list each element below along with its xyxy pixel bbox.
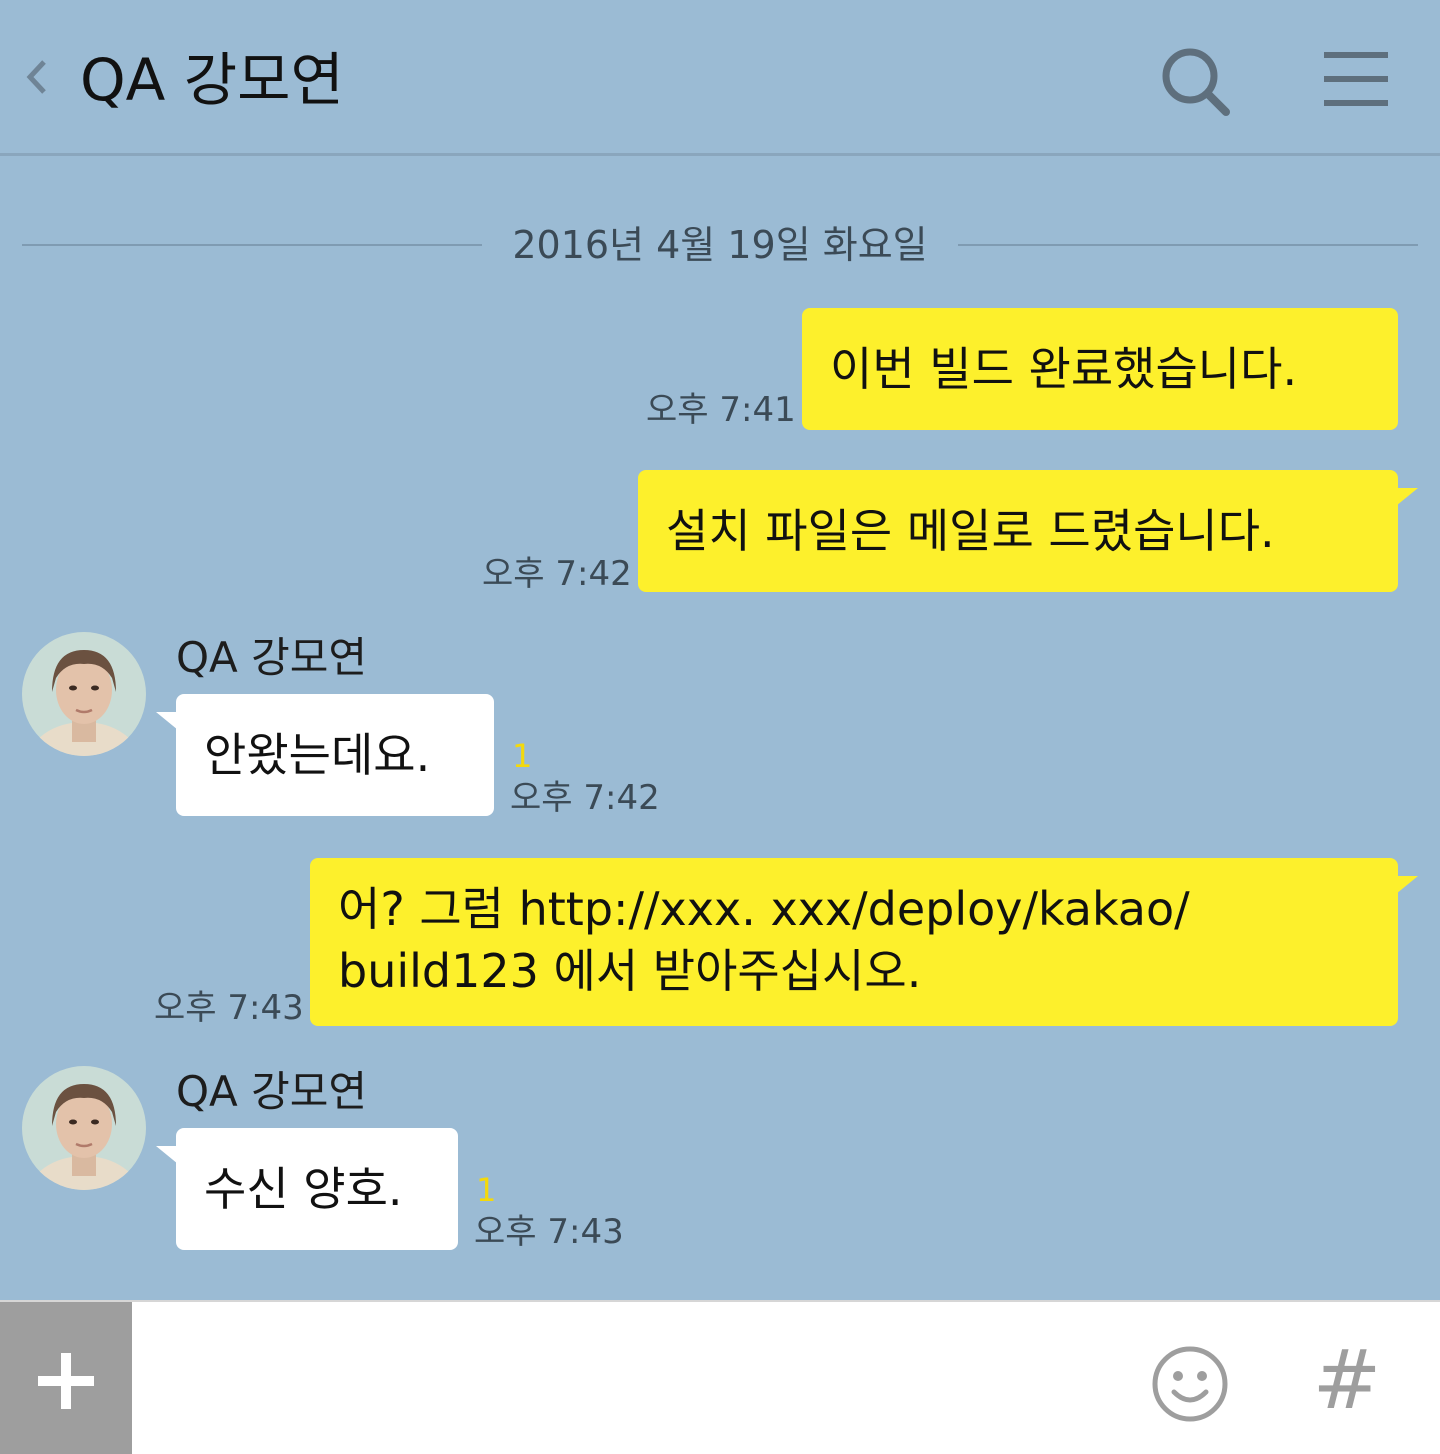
- their-message-bubble[interactable]: 수신 양호.: [176, 1128, 458, 1250]
- bubble-tail: [1396, 488, 1418, 506]
- message-time: 오후 7:42: [510, 778, 660, 818]
- my-message-bubble[interactable]: 설치 파일은 메일로 드렸습니다.: [638, 470, 1398, 592]
- search-icon[interactable]: [1156, 44, 1236, 116]
- unread-count: 1: [512, 737, 533, 775]
- bubble-tail: [1396, 876, 1418, 894]
- message-input[interactable]: [132, 1302, 1132, 1454]
- message-time: 오후 7:42: [482, 554, 632, 594]
- message-text: 설치 파일은 메일로 드렸습니다.: [666, 504, 1275, 558]
- chat-title: QA 강모연: [80, 46, 344, 114]
- avatar[interactable]: [22, 632, 146, 756]
- hash-icon[interactable]: #: [1312, 1336, 1382, 1426]
- chevron-left-icon[interactable]: [22, 52, 52, 102]
- message-text-line: build123 에서 받아주십시오.: [338, 944, 922, 998]
- sender-name: QA 강모연: [176, 633, 368, 682]
- message-time: 오후 7:41: [646, 390, 796, 430]
- message-time: 오후 7:43: [474, 1212, 624, 1252]
- bubble-tail: [156, 712, 178, 730]
- message-text: 수신 양호.: [204, 1162, 403, 1216]
- emoji-icon[interactable]: [1150, 1344, 1230, 1424]
- menu-icon[interactable]: [1322, 50, 1392, 108]
- message-text-line: 어? 그럼 http://xxx. xxx/deploy/kakao/: [338, 882, 1190, 936]
- plus-button[interactable]: [0, 1302, 132, 1454]
- date-divider-text: 2016년 4월 19일 화요일: [512, 223, 928, 267]
- unread-count: 1: [476, 1171, 497, 1209]
- avatar[interactable]: [22, 1066, 146, 1190]
- message-text: 안왔는데요.: [204, 728, 431, 782]
- message-text: 이번 빌드 완료했습니다.: [830, 342, 1298, 396]
- date-divider: 2016년 4월 19일 화요일: [22, 222, 1418, 272]
- chat-header: QA 강모연: [0, 0, 1440, 156]
- my-message-bubble[interactable]: 이번 빌드 완료했습니다.: [802, 308, 1398, 430]
- message-input-bar: #: [0, 1300, 1440, 1454]
- bubble-tail: [156, 1146, 178, 1164]
- their-message-bubble[interactable]: 안왔는데요.: [176, 694, 494, 816]
- my-message-bubble[interactable]: 어? 그럼 http://xxx. xxx/deploy/kakao/ buil…: [310, 858, 1398, 1026]
- sender-name: QA 강모연: [176, 1067, 368, 1116]
- message-time: 오후 7:43: [154, 988, 304, 1028]
